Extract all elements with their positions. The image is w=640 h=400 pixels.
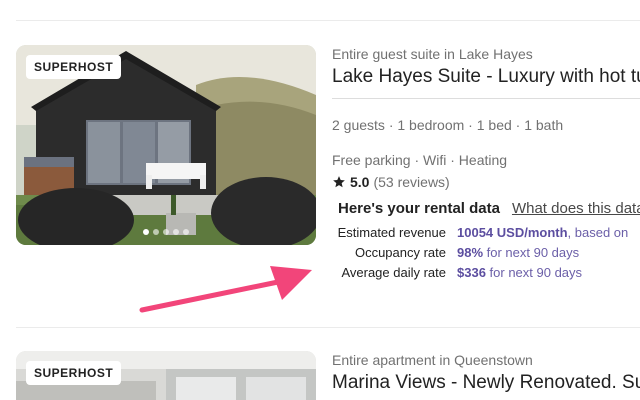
stat-label: Estimated revenue (337, 225, 446, 240)
stat-suffix: for next 90 days (485, 265, 583, 280)
stat-suffix: , based on (567, 225, 629, 240)
superhost-badge: SUPERHOST (26, 361, 122, 385)
listing-info: Entire apartment in Queenstown Marina Vi… (332, 352, 640, 394)
stat-value-strong: 98% (457, 245, 484, 260)
superhost-badge: SUPERHOST (26, 55, 122, 79)
photo-carousel-dots[interactable] (143, 229, 189, 235)
carousel-dot[interactable] (163, 229, 169, 235)
rental-stats: Estimated revenue 10054 USD/month, based… (332, 223, 640, 283)
stat-row-occupancy: Occupancy rate 98% for next 90 days (332, 243, 640, 263)
title-rule (332, 98, 640, 99)
carousel-dot[interactable] (173, 229, 179, 235)
listing-title[interactable]: Marina Views - Newly Renovated. Sunny (332, 372, 640, 394)
listing-subtitle: Entire apartment in Queenstown (332, 352, 533, 368)
listing-title[interactable]: Lake Hayes Suite - Luxury with hot tub (332, 66, 640, 88)
stat-label: Average daily rate (341, 265, 446, 280)
stat-value: 98% for next 90 days (457, 243, 579, 263)
carousel-dot[interactable] (153, 229, 159, 235)
stat-value: 10054 USD/month, based on (457, 223, 628, 243)
carousel-dot[interactable] (183, 229, 189, 235)
stat-value-strong: $336 (457, 265, 486, 280)
rating-score: 5.0 (350, 174, 370, 190)
listing-photo[interactable]: SUPERHOST (16, 45, 316, 245)
rental-data-header: Here's your rental data What does this d… (332, 200, 640, 217)
stat-row-revenue: Estimated revenue 10054 USD/month, based… (332, 223, 640, 243)
listing-subtitle: Entire guest suite in Lake Hayes (332, 46, 533, 62)
listing-info: Entire guest suite in Lake Hayes Lake Ha… (332, 46, 640, 283)
rental-data-help-link[interactable]: What does this data mean? (512, 200, 640, 217)
listing-divider (16, 327, 640, 328)
listing-photo[interactable]: SUPERHOST (16, 351, 316, 400)
rental-data-label: Here's your rental data (338, 200, 500, 217)
listing-amenities: Free parking · Wifi · Heating (332, 152, 508, 168)
top-divider (16, 20, 640, 21)
listing-details: 2 guests · 1 bedroom · 1 bed · 1 bath (332, 117, 564, 133)
stat-value-strong: 10054 USD/month (457, 225, 568, 240)
carousel-dot[interactable] (143, 229, 149, 235)
stat-row-daily-rate: Average daily rate $336 for next 90 days (332, 263, 640, 283)
stat-suffix: for next 90 days (483, 245, 580, 260)
review-count: (53 reviews) (373, 174, 450, 190)
listing-rating: 5.0 (53 reviews) (332, 174, 640, 190)
stat-value: $336 for next 90 days (457, 263, 582, 283)
star-icon (333, 176, 345, 188)
stat-label: Occupancy rate (354, 245, 446, 260)
